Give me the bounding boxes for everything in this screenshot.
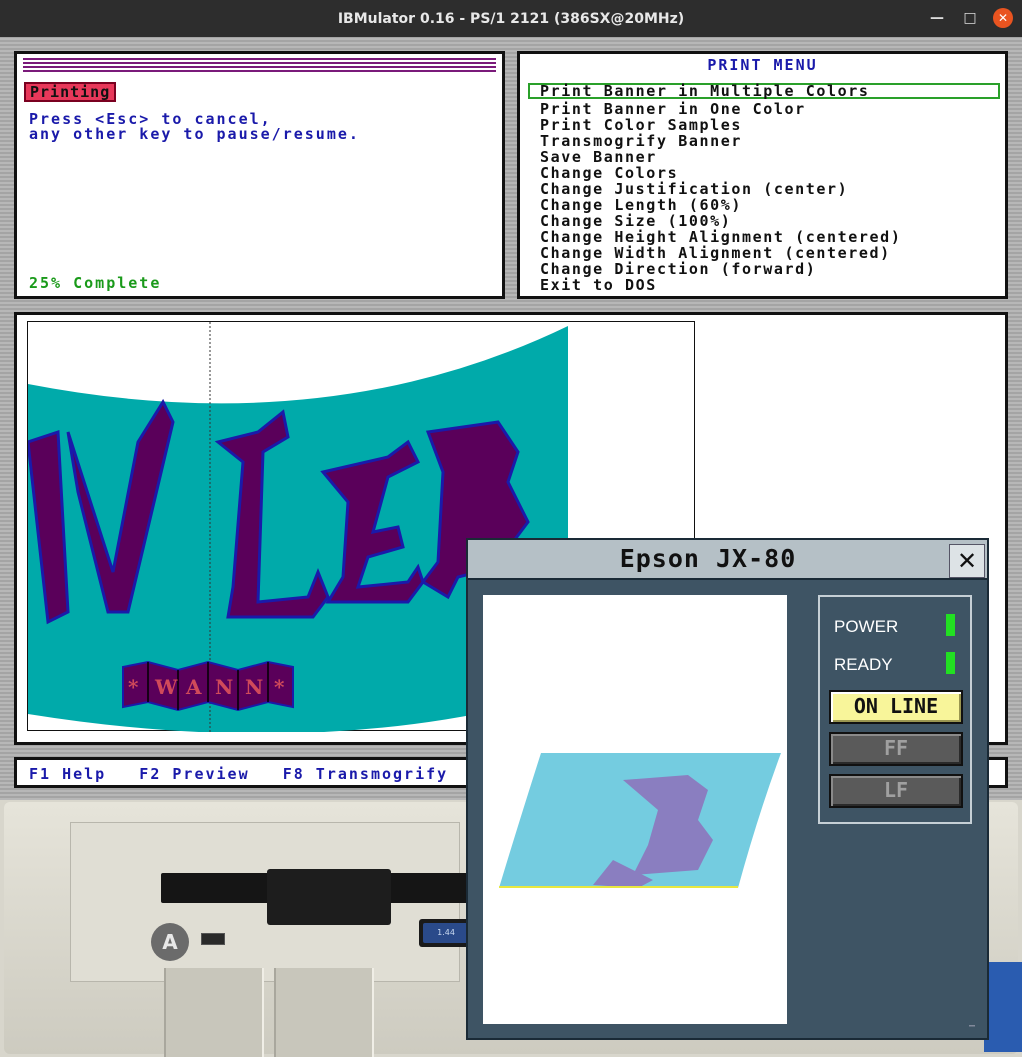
function-key-help: F1 Help F2 Preview F8 Transmogrify xyxy=(29,765,449,783)
maximize-icon[interactable]: □ xyxy=(960,8,980,28)
printer-control-panel: POWER READY ON LINE FF LF xyxy=(818,595,972,824)
drive-letter-badge[interactable]: A xyxy=(151,923,189,961)
close-icon[interactable]: ✕ xyxy=(993,8,1013,28)
pause-instruction: any other key to pause/resume. xyxy=(29,125,360,143)
printing-badge: Printing xyxy=(24,82,117,102)
disk-capacity-label: 1.44 xyxy=(423,923,469,943)
menu-item-print-one-color[interactable]: Print Banner in One Color xyxy=(528,99,1000,117)
menu-title: PRINT MENU xyxy=(707,56,818,74)
menu-item-change-direction[interactable]: Change Direction (forward) xyxy=(528,259,1000,277)
sub-banner: * W A N N * xyxy=(122,660,294,712)
close-icon[interactable]: ✕ xyxy=(949,544,985,578)
form-feed-button[interactable]: FF xyxy=(829,732,963,766)
drive-lever xyxy=(267,869,391,925)
menu-item-change-justification[interactable]: Change Justification (center) xyxy=(528,179,1000,197)
svg-text:N: N xyxy=(245,675,263,699)
window-titlebar: IBMulator 0.16 - PS/1 2121 (386SX@20MHz)… xyxy=(0,0,1022,37)
progress-status: 25% Complete xyxy=(29,274,162,292)
svg-text:*: * xyxy=(274,675,285,699)
line-feed-button[interactable]: LF xyxy=(829,774,963,808)
power-label: POWER xyxy=(834,617,899,636)
printer-titlebar[interactable]: Epson JX-80 ✕ xyxy=(468,540,987,580)
printer-window[interactable]: Epson JX-80 ✕ POWER READY ON LINE FF LF … xyxy=(466,538,989,1040)
case-vent xyxy=(274,968,374,1057)
ready-led xyxy=(946,652,955,674)
svg-text:N: N xyxy=(215,675,233,699)
resize-grip-icon[interactable]: ⋯ xyxy=(969,1020,983,1034)
menu-item-change-colors[interactable]: Change Colors xyxy=(528,163,1000,181)
window-title: IBMulator 0.16 - PS/1 2121 (386SX@20MHz) xyxy=(337,10,685,27)
case-logo xyxy=(984,962,1022,1052)
svg-text:W: W xyxy=(154,675,178,699)
menu-item-transmogrify[interactable]: Transmogrify Banner xyxy=(528,131,1000,149)
status-panel: Printing Press <Esc> to cancel, any othe… xyxy=(14,51,505,299)
online-button[interactable]: ON LINE xyxy=(829,690,963,724)
menu-item-save-banner[interactable]: Save Banner xyxy=(528,147,1000,165)
case-vent xyxy=(164,968,264,1057)
svg-text:*: * xyxy=(128,675,139,699)
ready-label: READY xyxy=(834,655,893,674)
printer-paper xyxy=(483,595,787,1024)
svg-text:A: A xyxy=(185,675,202,699)
menu-item-print-multiple-colors[interactable]: Print Banner in Multiple Colors xyxy=(528,83,1000,99)
menu-item-change-height-alignment[interactable]: Change Height Alignment (centered) xyxy=(528,227,1000,245)
print-menu-list: Print Banner in Multiple Colors Print Ba… xyxy=(528,83,1000,293)
header-stripes xyxy=(23,58,496,72)
drive-activity-led xyxy=(201,933,225,945)
power-led xyxy=(946,614,955,636)
print-menu-panel: PRINT MENU Print Banner in Multiple Colo… xyxy=(517,51,1008,299)
menu-item-change-size[interactable]: Change Size (100%) xyxy=(528,211,1000,229)
printed-output xyxy=(499,753,781,888)
floppy-drive-bay: A 1.44 xyxy=(70,822,511,982)
minimize-icon[interactable]: — xyxy=(927,8,947,28)
printer-title: Epson JX-80 xyxy=(619,544,797,573)
menu-item-change-width-alignment[interactable]: Change Width Alignment (centered) xyxy=(528,243,1000,261)
